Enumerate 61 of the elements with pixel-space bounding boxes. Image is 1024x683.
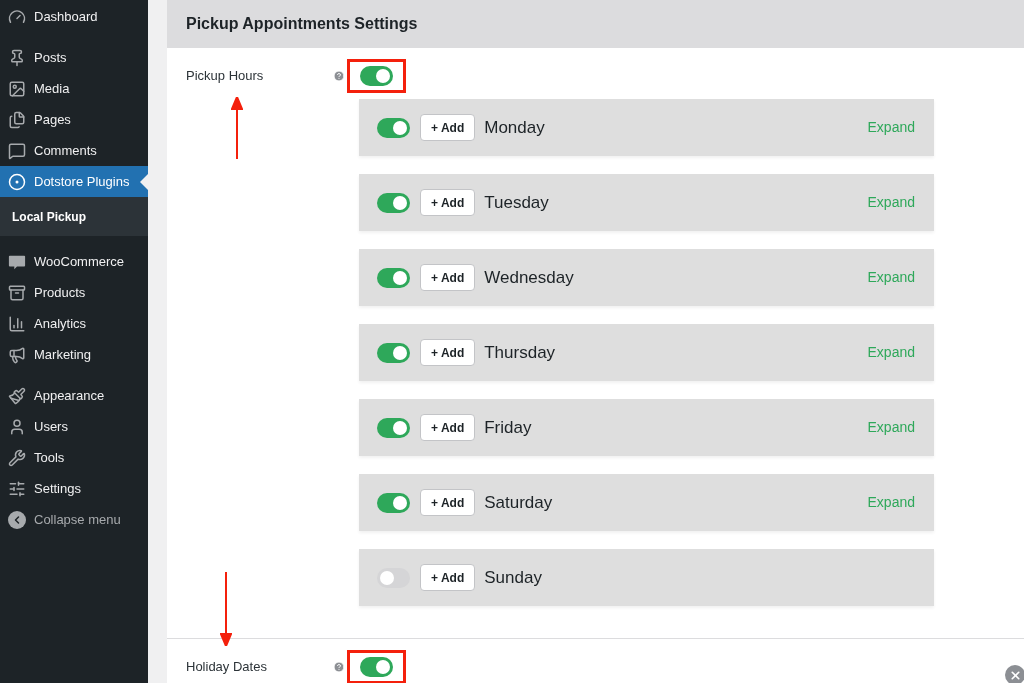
- sidebar-item[interactable]: Tools: [0, 442, 148, 473]
- sidebar-item[interactable]: Settings: [0, 473, 148, 504]
- sidebar-item[interactable]: Dotstore Plugins: [0, 166, 148, 197]
- add-button[interactable]: + Add: [420, 114, 476, 141]
- sliders-icon: [8, 479, 26, 498]
- target-icon: [8, 172, 26, 191]
- help-icon[interactable]: [333, 70, 345, 82]
- setting-label: Holiday Dates: [186, 658, 267, 677]
- toggle-switch[interactable]: [360, 657, 393, 677]
- toggle-switch[interactable]: [377, 117, 410, 138]
- add-button[interactable]: + Add: [420, 264, 476, 291]
- day-name: Thursday: [484, 341, 556, 364]
- sidebar-item[interactable]: Marketing: [0, 339, 148, 370]
- panel-title: Pickup Appointments Settings: [186, 14, 418, 34]
- image-icon: [8, 79, 26, 98]
- add-button[interactable]: + Add: [420, 339, 476, 366]
- gauge-icon: [8, 7, 26, 26]
- sidebar-item[interactable]: Pages: [0, 104, 148, 135]
- add-button[interactable]: + Add: [420, 414, 476, 441]
- toggle-switch[interactable]: [377, 192, 410, 213]
- archive-icon: [8, 283, 26, 302]
- megaphone-icon: [8, 345, 26, 364]
- day-name: Saturday: [484, 491, 553, 514]
- submenu-item[interactable]: Local Pickup: [0, 201, 148, 232]
- add-button[interactable]: + Add: [420, 564, 476, 591]
- setting-label: Pickup Hours: [186, 67, 264, 86]
- sidebar-item[interactable]: Media: [0, 73, 148, 104]
- day-name: Tuesday: [484, 191, 549, 214]
- day-name: Wednesday: [484, 266, 574, 289]
- paintbrush-icon: [8, 386, 26, 405]
- sidebar-item[interactable]: Posts: [0, 42, 148, 73]
- close-icon[interactable]: [1005, 665, 1024, 683]
- sidebar-item[interactable]: Analytics: [0, 308, 148, 339]
- sidebar-item[interactable]: WooCommerce: [0, 246, 148, 277]
- sidebar-item[interactable]: Users: [0, 411, 148, 442]
- bar-chart-icon: [8, 314, 26, 333]
- day-name: Friday: [484, 416, 532, 439]
- toggle-switch[interactable]: [377, 567, 410, 588]
- toggle-switch[interactable]: [360, 66, 393, 86]
- arrow-icon: [220, 572, 232, 646]
- sidebar-item[interactable]: Products: [0, 277, 148, 308]
- pages-icon: [8, 110, 26, 129]
- toggle-switch[interactable]: [377, 492, 410, 513]
- arrow-icon: [231, 97, 243, 159]
- day-name: Sunday: [484, 566, 542, 589]
- help-icon[interactable]: [333, 661, 345, 673]
- wrench-icon: [8, 448, 26, 467]
- sidebar-item[interactable]: Dashboard: [0, 1, 148, 32]
- pin-icon: [8, 48, 26, 67]
- comment-icon: [8, 141, 26, 160]
- add-button[interactable]: + Add: [420, 489, 476, 516]
- day-name: Monday: [484, 116, 545, 139]
- toggle-switch[interactable]: [377, 417, 410, 438]
- add-button[interactable]: + Add: [420, 189, 476, 216]
- sidebar-item[interactable]: Collapse menu: [0, 504, 148, 535]
- sidebar-item[interactable]: Appearance: [0, 380, 148, 411]
- user-icon: [8, 417, 26, 436]
- toggle-switch[interactable]: [377, 267, 410, 288]
- collapse-icon: [8, 510, 26, 529]
- sidebar-item[interactable]: Comments: [0, 135, 148, 166]
- toggle-switch[interactable]: [377, 342, 410, 363]
